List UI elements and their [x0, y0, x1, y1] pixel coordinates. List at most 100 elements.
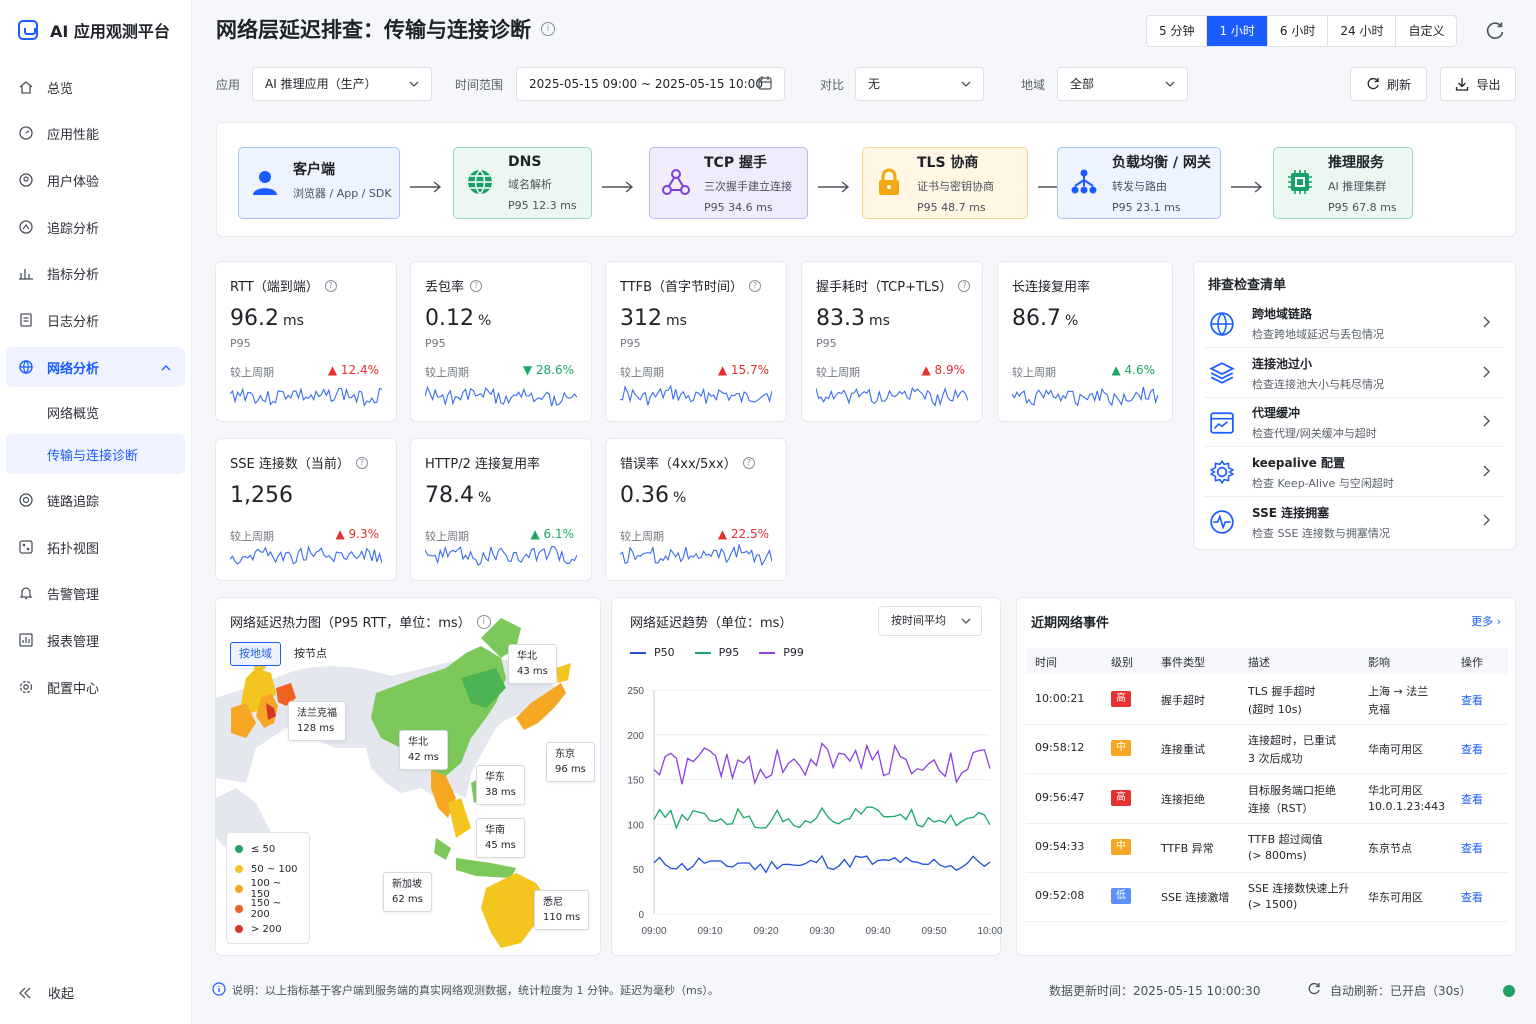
map-label-south-china[interactable]: 华南 45 ms [476, 818, 525, 858]
view-event-link[interactable]: 查看 [1461, 889, 1483, 905]
flow-node-tcp-handshake[interactable]: TCP 握手 三次握手建立连接 P95 34.6 ms [649, 147, 808, 219]
flow-node-client[interactable]: 客户端 浏览器 / App / SDK [238, 147, 400, 219]
refresh-icon[interactable] [1484, 20, 1506, 42]
export-button[interactable]: 导出 [1440, 67, 1516, 101]
sidebar-item-link-tracing[interactable]: 链路追踪 [6, 480, 185, 520]
map-label-east-china[interactable]: 华东 38 ms [476, 765, 525, 805]
metric-sparkline [425, 385, 577, 407]
sidebar-item-overview[interactable]: 总览 [6, 67, 185, 107]
view-event-link[interactable]: 查看 [1461, 791, 1483, 807]
time-range-option[interactable]: 24 小时 [1328, 16, 1397, 46]
sidebar-item-topology-view[interactable]: 拓扑视图 [6, 527, 185, 567]
series-line-p50[interactable] [653, 854, 991, 874]
help-icon[interactable]: ? [355, 456, 368, 469]
compare-select[interactable]: 无 [855, 67, 984, 101]
view-event-link[interactable]: 查看 [1461, 840, 1483, 856]
heatmap-tab[interactable]: 按节点 [285, 642, 336, 666]
help-icon[interactable]: ? [958, 279, 971, 292]
info-icon[interactable]: i [541, 22, 555, 36]
metric-card-ttfb[interactable]: TTFB（首字节时间）? 312 ms P95 较上周期 ▲ 15.7% [605, 261, 787, 422]
checklist-item[interactable]: 连接池过小 检查连接池大小与耗尽情况 [1204, 350, 1504, 398]
legend-item: 100 ~ 150 [235, 878, 301, 900]
metric-sparkline [620, 385, 772, 406]
sidebar-item-user-experience[interactable]: 用户体验 [6, 160, 185, 200]
map-label-sydney[interactable]: 悉尼 110 ms [534, 890, 590, 930]
metric-title-row: HTTP/2 连接复用率 [425, 453, 540, 472]
event-row[interactable]: 10:00:21 高 握手超时 TLS 握手超时 (超时 10s) 上海 → 法兰 克福 查看 [1026, 675, 1508, 725]
sidebar-item-app-performance[interactable]: 应用性能 [6, 113, 185, 153]
event-row[interactable]: 09:56:47 高 连接拒绝 目标服务端口拒绝 连接（RST） 华北可用区 10.0.1.… [1026, 774, 1508, 824]
checklist-item-title: 连接池过小 [1252, 356, 1313, 371]
heatmap-tab[interactable]: 按地域 [230, 642, 281, 666]
date-range-picker[interactable]: 2025-05-15 09:00 ~ 2025-05-15 10:00 [516, 67, 785, 101]
collapse-button[interactable]: 收起 [18, 983, 74, 1002]
time-range-option[interactable]: 自定义 [1396, 16, 1456, 46]
flow-node-inference-service[interactable]: 推理服务 AI 推理集群 P95 67.8 ms [1273, 147, 1413, 219]
event-row[interactable]: 09:58:12 中 连接重试 连接超时，已重试 3 次后成功 华南可用区 查看 [1026, 724, 1508, 775]
sidebar-item-log-analysis[interactable]: 日志分析 [6, 300, 185, 340]
app-select[interactable]: AI 推理应用（生产） [252, 67, 432, 101]
metric-title: SSE 连接数（当前） [230, 457, 350, 472]
flow-node-subtitle: 域名解析 [508, 178, 552, 191]
label-value: 128 ms [297, 723, 335, 734]
metric-card-handshake-time[interactable]: 握手耗时（TCP+TLS）? 83.3 ms P95 较上周期 ▲ 8.9% [801, 261, 983, 422]
sidebar-item-report-management[interactable]: 报表管理 [6, 620, 185, 660]
event-desc-line2: 3 次后成功 [1248, 752, 1303, 766]
view-event-link[interactable]: 查看 [1461, 741, 1483, 757]
checklist-item[interactable]: SSE 连接拥塞 检查 SSE 连接数与拥塞情况 [1204, 498, 1504, 546]
metric-card-error-rate[interactable]: 错误率（4xx/5xx）? 0.36% 较上周期 ▲ 22.5% [605, 438, 787, 581]
flow-node-dns[interactable]: DNS 域名解析 P95 12.3 ms [453, 147, 592, 219]
metric-card-packet-loss[interactable]: 丢包率? 0.12% P95 较上周期 ▼ 28.6% [410, 261, 592, 422]
refresh-button[interactable]: 刷新 [1350, 67, 1427, 101]
series-line-p99[interactable] [653, 742, 991, 786]
event-row[interactable]: 09:52:08 低 SSE 连接激增 SSE 连接数快速上升 (> 1500) 华东可用… [1026, 872, 1508, 923]
map-label-tokyo[interactable]: 东京 96 ms [546, 742, 595, 782]
help-icon[interactable]: ? [324, 279, 337, 292]
sidebar-item-transport-diagnosis[interactable]: 传输与连接诊断 [6, 434, 185, 474]
time-range-option[interactable]: 5 分钟 [1147, 16, 1208, 46]
time-range-option[interactable]: 6 小时 [1268, 16, 1329, 46]
checklist-item[interactable]: keepalive 配置 检查 Keep-Alive 与空闲超时 [1204, 449, 1504, 497]
sidebar-item-alert-management[interactable]: 告警管理 [6, 573, 185, 613]
map-label-north-china-2[interactable]: 华北 42 ms [399, 730, 448, 770]
app-logo[interactable]: AI 应用观测平台 [18, 18, 170, 42]
aggregation-select[interactable]: 按时间平均 [878, 606, 982, 636]
checklist-item[interactable]: 代理缓冲 检查代理/网关缓冲与超时 [1204, 399, 1504, 447]
x-tick-label: 09:30 [809, 926, 834, 937]
metric-card-http2-reuse[interactable]: HTTP/2 连接复用率 78.4% 较上周期 ▲ 6.1% [410, 438, 592, 581]
metric-card-keepalive-reuse[interactable]: 长连接复用率 86.7% 较上周期 ▲ 4.6% [997, 261, 1173, 422]
event-time: 09:56:47 [1035, 790, 1085, 804]
logo-icon [18, 20, 38, 40]
chevron-right-icon [1482, 514, 1490, 529]
metric-card-sse-connections[interactable]: SSE 连接数（当前）? 1,256 较上周期 ▲ 9.3% [215, 438, 397, 581]
sidebar-item-config-center[interactable]: 配置中心 [6, 667, 185, 707]
help-icon[interactable]: ? [742, 456, 755, 469]
trend-legend-item[interactable]: P99 [759, 646, 804, 659]
sidebar-item-trace-analysis[interactable]: 追踪分析 [6, 207, 185, 247]
sidebar-item-label: 拓扑视图 [47, 541, 100, 557]
info-icon[interactable]: i [476, 614, 491, 629]
sidebar-item-network-analysis[interactable]: 网络分析 [6, 347, 185, 387]
metric-change-value: 9.3% [348, 527, 380, 541]
map-label-frankfurt[interactable]: 法兰克福 128 ms [288, 701, 346, 741]
checklist-item[interactable]: 跨地域链路 检查跨地域延迟与丢包情况 [1204, 300, 1504, 348]
flow-node-load-balancer-gateway[interactable]: 负载均衡 / 网关 转发与路由 P95 23.1 ms [1057, 147, 1221, 219]
flow-node-title: TCP 握手 [704, 155, 767, 171]
help-icon[interactable]: ? [749, 279, 762, 292]
trend-legend-item[interactable]: P95 [694, 646, 739, 659]
help-icon[interactable]: ? [470, 279, 483, 292]
metric-card-rtt[interactable]: RTT（端到端）? 96.2 ms P95 较上周期 ▲ 12.4% [215, 261, 397, 422]
map-label-north-china[interactable]: 华北 43 ms [508, 644, 557, 684]
sidebar-item-network-overview[interactable]: 网络概览 [6, 392, 185, 432]
trend-legend-item[interactable]: P50 [630, 646, 675, 659]
flow-node-tls-negotiation[interactable]: TLS 协商 证书与密钥协商 P95 48.7 ms [862, 147, 1028, 219]
map-label-singapore[interactable]: 新加坡 62 ms [383, 872, 432, 912]
time-range-option[interactable]: 1 小时 [1207, 16, 1268, 46]
sidebar-item-metric-analysis[interactable]: 指标分析 [6, 253, 185, 293]
flow-node-title: TLS 协商 [917, 155, 979, 171]
view-event-link[interactable]: 查看 [1461, 692, 1483, 708]
footer: 说明：以上指标基于客户端到服务端的真实网络观测数据，统计粒度为 1 分钟。延迟为… [192, 965, 1536, 1015]
region-select[interactable]: 全部 [1057, 67, 1188, 101]
chip-icon [1286, 168, 1314, 199]
event-row[interactable]: 09:54:33 中 TTFB 异常 TTFB 超过阈值 (> 800ms) 东京节点 查看 [1026, 823, 1508, 873]
